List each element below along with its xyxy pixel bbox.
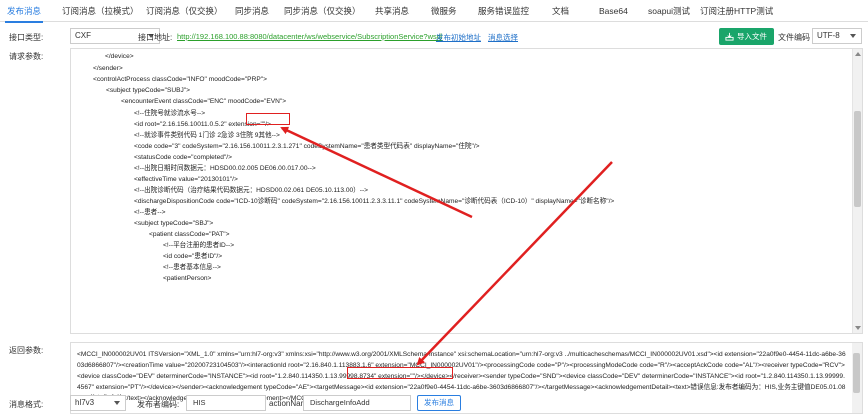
scrollbar-thumb[interactable] [854, 111, 861, 207]
action-name-input[interactable]: DischargeInfoAdd [303, 395, 411, 411]
tab-bar: 发布消息 订阅消息（拉模式） 订阅消息（仅交换） 同步消息 同步消息（仅交换） … [0, 0, 868, 23]
request-line: <!--患者基本信息--> [163, 264, 221, 271]
file-encoding-label: 文件编码 [778, 33, 810, 42]
interface-type-value: CXF [75, 31, 91, 40]
request-params-label: 请求参数: [9, 52, 44, 61]
import-icon [725, 32, 734, 41]
message-format-select[interactable]: hl7v3 [70, 395, 126, 411]
request-line: <id code="患者ID"/> [163, 253, 223, 260]
tab-microservice[interactable]: 微服务 [431, 0, 457, 22]
tab-service-error-monitor[interactable]: 服务错误监控 [478, 0, 529, 22]
message-format-label: 消息格式: [9, 400, 44, 409]
request-line: </device> [105, 53, 134, 60]
request-line: <code code="3" codeSystem="2.16.156.1001… [134, 143, 480, 150]
file-encoding-select[interactable]: UTF-8 [812, 28, 862, 44]
publish-initial-address-link[interactable]: 发布初始地址 [436, 32, 481, 43]
scroll-up-icon[interactable] [855, 52, 861, 56]
request-line: <!--住院号就诊流水号--> [134, 110, 206, 117]
request-line: <effectiveTime value="20130101"/> [134, 176, 238, 183]
request-line: <statusCode code="completed"/> [134, 154, 232, 161]
publisher-code-input[interactable]: HIS [186, 395, 266, 411]
interface-address-url[interactable]: http://192.168.100.88:8080/datacenter/ws… [177, 32, 443, 41]
message-format-value: hl7v3 [75, 398, 95, 407]
tab-base64[interactable]: Base64 [599, 0, 628, 22]
response-scrollbar[interactable] [852, 343, 862, 413]
interface-address-label: 接口地址: [138, 33, 173, 42]
interface-type-label: 接口类型: [9, 33, 44, 42]
import-file-label: 导入文件 [737, 32, 767, 41]
annotation-highlight-box [246, 113, 290, 125]
request-line: <!--出院日期时间数据元：HDSD00.02.005 DE06.00.017.… [134, 165, 316, 172]
tab-publish-message[interactable]: 发布消息 [4, 0, 44, 23]
request-line: </sender> [93, 65, 123, 72]
file-encoding-value: UTF-8 [817, 31, 840, 40]
request-line: <patientPerson> [163, 275, 212, 282]
tab-subscription-http-test[interactable]: 订阅注册HTTP测试 [700, 0, 773, 22]
request-line: <!--患者--> [134, 209, 166, 216]
publisher-code-label: 发布者编码: [137, 400, 180, 409]
tab-subscribe-pull[interactable]: 订阅消息（拉模式） [62, 0, 139, 22]
tab-sync-exchange[interactable]: 同步消息（仅交换） [284, 0, 361, 22]
response-params-label: 返回参数: [9, 346, 44, 355]
request-scrollbar[interactable] [852, 49, 862, 333]
request-line: <subject typeCode="SUBJ"> [106, 87, 191, 94]
annotation-highlight-box [347, 367, 453, 379]
request-line: <!--就诊事件类别代码 1门诊 2急诊 3住院 9其他--> [134, 132, 280, 139]
tab-subscribe-exchange[interactable]: 订阅消息（仅交换） [146, 0, 223, 22]
message-select-link[interactable]: 消息选择 [488, 32, 518, 43]
tab-docs[interactable]: 文档 [552, 0, 569, 22]
request-line: <encounterEvent classCode="ENC" moodCode… [121, 98, 287, 105]
chevron-down-icon [114, 401, 120, 405]
request-line: <!--平台注册的患者ID--> [163, 242, 235, 249]
tab-shared-message[interactable]: 共享消息 [375, 0, 409, 22]
scrollbar-thumb[interactable] [853, 353, 860, 393]
tab-sync-message[interactable]: 同步消息 [235, 0, 269, 22]
publish-message-button[interactable]: 发布消息 [417, 395, 461, 411]
request-line: <dischargeDispositionCode code="ICD-10诊断… [134, 198, 615, 205]
request-line: <controlActProcess classCode="INFO" mood… [93, 76, 267, 83]
request-params-editor[interactable]: </device> </sender> <controlActProcess c… [70, 48, 863, 334]
request-line: <!--出院诊断代码（治疗结果代码数据元：HDSD00.02.061 DE05.… [134, 187, 369, 194]
chevron-down-icon [850, 34, 856, 38]
import-file-button[interactable]: 导入文件 [719, 28, 774, 45]
scroll-down-icon[interactable] [855, 326, 861, 330]
tab-soapui-test[interactable]: soapui测试 [648, 0, 690, 22]
request-line: <patient classCode="PAT"> [149, 231, 230, 238]
request-line: <subject typeCode="SBJ"> [134, 220, 214, 227]
